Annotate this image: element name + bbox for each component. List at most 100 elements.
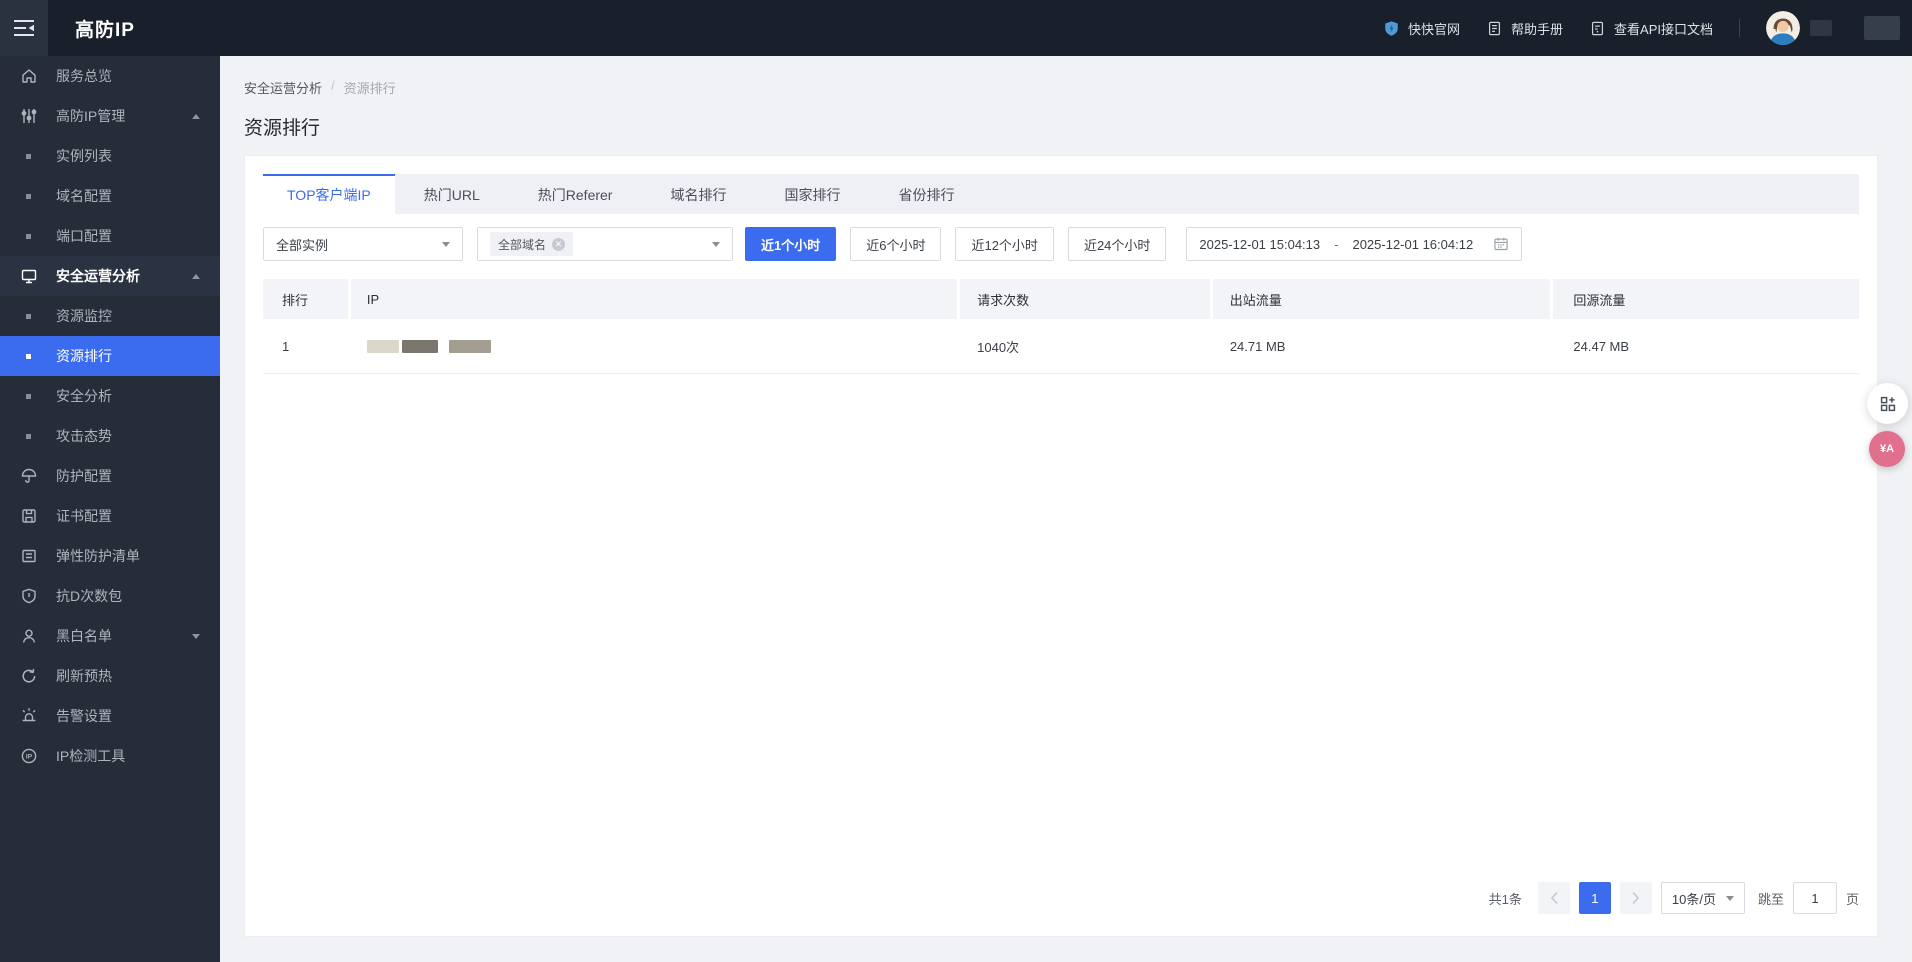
chevron-icon <box>192 273 200 279</box>
qr-grid-icon <box>1879 395 1897 413</box>
sidebar-item-label: 刷新预热 <box>56 668 112 684</box>
sidebar-item-label: IP检测工具 <box>56 748 126 764</box>
chevron-down-icon <box>442 241 450 247</box>
sidebar-item-防护配置[interactable]: 防护配置 <box>0 456 220 496</box>
sidebar-item-资源排行[interactable]: 资源排行 <box>0 336 220 376</box>
next-page-button[interactable] <box>1619 882 1652 914</box>
translate-icon: ¥A <box>1879 443 1895 455</box>
user-icon <box>20 627 38 645</box>
tab-label: 国家排行 <box>784 187 841 203</box>
sidebar-item-高防IP管理[interactable]: 高防IP管理 <box>0 96 220 136</box>
sidebar-item-label: 防护配置 <box>56 468 112 484</box>
tab-label: 省份排行 <box>898 187 955 203</box>
domain-tag-label: 全部域名 <box>498 237 547 252</box>
sidebar-item-label: 域名配置 <box>56 188 112 204</box>
column-header-回源流量: 回源流量 <box>1553 279 1859 319</box>
redacted-ip-block <box>401 339 438 353</box>
sidebar-item-label: 抗D次数包 <box>56 588 123 604</box>
avatar[interactable] <box>1766 11 1800 45</box>
sidebar-item-label: 资源监控 <box>56 308 112 324</box>
table-row[interactable]: 1 1040次 24.71 MB 24.47 MB <box>263 319 1859 374</box>
shield-icon <box>20 587 38 605</box>
tab-国家排行[interactable]: 国家排行 <box>755 174 869 214</box>
domain-select[interactable]: 全部域名 ✕ <box>477 227 733 261</box>
chevron-icon <box>192 633 200 639</box>
sidebar-item-域名配置[interactable]: 域名配置 <box>0 176 220 216</box>
sidebar-item-label: 证书配置 <box>56 508 112 524</box>
header-link[interactable]: 帮助手册 <box>1486 19 1563 38</box>
header-link[interactable]: 快快官网 <box>1383 19 1460 38</box>
sidebar-item-label: 高防IP管理 <box>56 108 126 124</box>
sidebar-item-安全分析[interactable]: 安全分析 <box>0 376 220 416</box>
time-button-近6个小时[interactable]: 近6个小时 <box>850 227 942 261</box>
sidebar-item-弹性防护清单[interactable]: 弹性防护清单 <box>0 536 220 576</box>
shield-logo-icon <box>1383 20 1400 37</box>
origin-traffic-cell: 24.47 MB <box>1573 338 1630 354</box>
tab-label: 热门URL <box>423 187 480 203</box>
masked-account-block[interactable] <box>1864 16 1900 40</box>
jump-to-input[interactable] <box>1792 882 1837 914</box>
time-button-近12个小时[interactable]: 近12个小时 <box>955 227 1054 261</box>
table-header: 排行 IP 请求次数 出站流量 回源流量 <box>263 279 1859 319</box>
qr-widget-button[interactable] <box>1867 383 1908 424</box>
breadcrumb-parent[interactable]: 安全运营分析 <box>244 78 322 97</box>
instance-select-value: 全部实例 <box>276 237 329 253</box>
sidebar-item-安全运营分析[interactable]: 安全运营分析 <box>0 256 220 296</box>
sidebar-item-证书配置[interactable]: 证书配置 <box>0 496 220 536</box>
time-button-近1个小时[interactable]: 近1个小时 <box>745 227 837 261</box>
hamburger-icon <box>14 20 34 36</box>
api-doc-icon <box>1589 20 1606 37</box>
bullet-icon <box>26 433 31 439</box>
chevron-icon <box>192 113 200 119</box>
sidebar-item-告警设置[interactable]: 告警设置 <box>0 696 220 736</box>
sidebar-item-刷新预热[interactable]: 刷新预热 <box>0 656 220 696</box>
list-icon <box>20 547 38 565</box>
sidebar-item-端口配置[interactable]: 端口配置 <box>0 216 220 256</box>
sidebar-menu: 服务总览 高防IP管理 实例列表 域名配置 端口配置 安全运营分析 资源监控 资… <box>0 56 220 962</box>
sidebar-item-资源监控[interactable]: 资源监控 <box>0 296 220 336</box>
column-header-排行: 排行 <box>263 279 351 319</box>
tag-close-icon[interactable]: ✕ <box>552 237 566 251</box>
masked-username-block <box>1810 20 1832 36</box>
page-unit-label: 页 <box>1845 891 1859 907</box>
sidebar-item-黑白名单[interactable]: 黑白名单 <box>0 616 220 656</box>
instance-select[interactable]: 全部实例 <box>263 227 463 261</box>
bullet-icon <box>26 313 31 319</box>
rank-cell: 1 <box>282 338 290 354</box>
sidebar-item-攻击态势[interactable]: 攻击态势 <box>0 416 220 456</box>
tab-热门Referer[interactable]: 热门Referer <box>509 174 642 214</box>
tab-热门URL[interactable]: 热门URL <box>395 174 509 214</box>
sidebar-item-label: 告警设置 <box>56 708 112 724</box>
tab-TOP客户端IP[interactable]: TOP客户端IP <box>263 174 395 214</box>
monitor-icon <box>20 267 38 285</box>
sidebar-item-抗D次数包[interactable]: 抗D次数包 <box>0 576 220 616</box>
sidebar-item-label: 安全运营分析 <box>56 268 140 284</box>
outbound-traffic-cell: 24.71 MB <box>1229 338 1286 354</box>
app-logo: 高防IP <box>75 19 135 41</box>
date-separator: - <box>1334 236 1339 252</box>
sidebar-collapse-button[interactable] <box>0 0 48 56</box>
sidebar-item-label: 安全分析 <box>56 388 112 404</box>
time-button-近24个小时[interactable]: 近24个小时 <box>1067 227 1167 261</box>
tab-label: TOP客户端IP <box>287 187 371 203</box>
prev-page-button[interactable] <box>1537 882 1570 914</box>
content-card: TOP客户端IP 热门URL 热门Referer 域名排行 国家排行 省份排行 … <box>244 155 1878 937</box>
ranking-table: 排行 IP 请求次数 出站流量 回源流量 1 1040次 24.71 MB 24… <box>263 279 1859 374</box>
bullet-icon <box>26 353 31 359</box>
sidebar-item-服务总览[interactable]: 服务总览 <box>0 56 220 96</box>
tab-label: 热门Referer <box>537 187 613 203</box>
tab-省份排行[interactable]: 省份排行 <box>869 174 983 214</box>
main-content: 安全运营分析 / 资源排行 资源排行 TOP客户端IP 热门URL 热门Refe… <box>220 56 1912 962</box>
scrollbar-track[interactable] <box>1906 56 1912 962</box>
tab-域名排行[interactable]: 域名排行 <box>641 174 755 214</box>
tab-label: 域名排行 <box>670 187 727 203</box>
header-link[interactable]: 查看API接口文档 <box>1589 19 1713 38</box>
sidebar-item-label: 黑白名单 <box>56 628 112 644</box>
jump-to-label: 跳至 <box>1757 891 1784 907</box>
page-size-select[interactable]: 10条/页 <box>1660 882 1745 914</box>
sidebar-item-实例列表[interactable]: 实例列表 <box>0 136 220 176</box>
translate-button[interactable]: ¥A <box>1869 431 1905 467</box>
sidebar-item-IP检测工具[interactable]: IP检测工具 <box>0 736 220 776</box>
page-number-button[interactable]: 1 <box>1578 882 1611 914</box>
date-range-picker[interactable]: 2025-12-01 15:04:13 - 2025-12-01 16:04:1… <box>1186 227 1523 261</box>
